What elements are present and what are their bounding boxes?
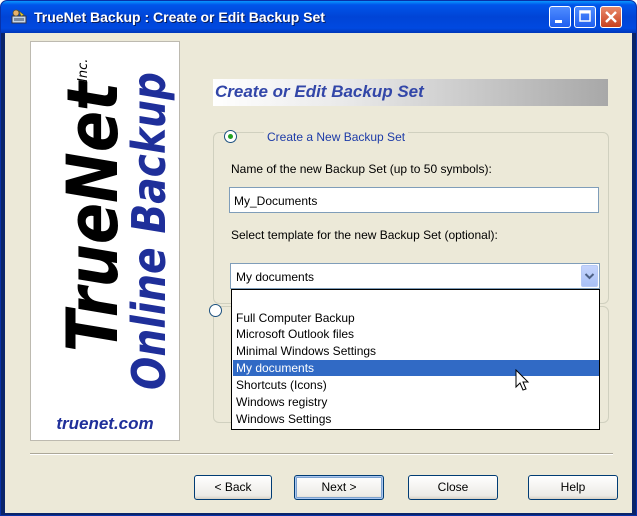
dropdown-option[interactable]: Minimal Windows Settings (235, 343, 599, 359)
template-field-label: Select template for the new Backup Set (… (231, 228, 498, 242)
help-button[interactable]: Help (528, 475, 618, 500)
template-select[interactable]: My documents (230, 263, 600, 289)
dropdown-option[interactable]: Windows Settings (235, 411, 599, 427)
app-icon (11, 9, 27, 24)
footer-separator (30, 453, 613, 455)
page-title: Create or Edit Backup Set (215, 82, 424, 101)
maximize-icon (579, 10, 591, 22)
create-new-radio[interactable] (224, 130, 237, 143)
create-new-label[interactable]: Create a New Backup Set (264, 130, 409, 144)
dropdown-option[interactable]: Full Computer Backup (235, 310, 599, 326)
minimize-button[interactable] (549, 6, 571, 28)
next-button[interactable]: Next > (294, 475, 384, 500)
window-title: TrueNet Backup : Create or Edit Backup S… (34, 9, 325, 25)
chevron-down-icon (584, 273, 595, 280)
dropdown-option[interactable]: Shortcuts (Icons) (235, 377, 599, 393)
truenet-logo: TrueNet Online Backup Inc. (52, 59, 176, 390)
title-bar[interactable]: TrueNet Backup : Create or Edit Backup S… (1, 1, 636, 33)
close-button[interactable]: Close (408, 475, 498, 500)
dropdown-button[interactable] (581, 265, 598, 287)
name-field-label: Name of the new Backup Set (up to 50 sym… (231, 162, 492, 176)
edit-existing-radio[interactable] (209, 304, 222, 317)
logo-url: truenet.com (56, 414, 154, 433)
back-button[interactable]: < Back (194, 475, 272, 500)
close-icon (605, 11, 617, 23)
template-dropdown-list[interactable]: Full Computer Backup Microsoft Outlook f… (231, 289, 600, 430)
maximize-button[interactable] (574, 6, 596, 28)
page-heading-bar: Create or Edit Backup Set (213, 79, 608, 106)
svg-text:Inc.: Inc. (76, 59, 91, 82)
close-window-button[interactable] (600, 6, 622, 28)
svg-text:Online Backup: Online Backup (122, 72, 176, 390)
dropdown-option[interactable]: Windows registry (235, 394, 599, 410)
app-window: TrueNet Backup : Create or Edit Backup S… (0, 0, 637, 516)
template-select-value: My documents (236, 270, 315, 284)
dropdown-option-highlighted[interactable]: My documents (233, 360, 599, 376)
mouse-cursor-icon (515, 369, 530, 391)
dropdown-option[interactable]: Microsoft Outlook files (235, 326, 599, 342)
brand-logo-panel: TrueNet Online Backup Inc. truenet.com (30, 41, 180, 441)
minimize-icon (555, 20, 562, 23)
backup-set-name-input[interactable]: My_Documents (229, 187, 599, 213)
